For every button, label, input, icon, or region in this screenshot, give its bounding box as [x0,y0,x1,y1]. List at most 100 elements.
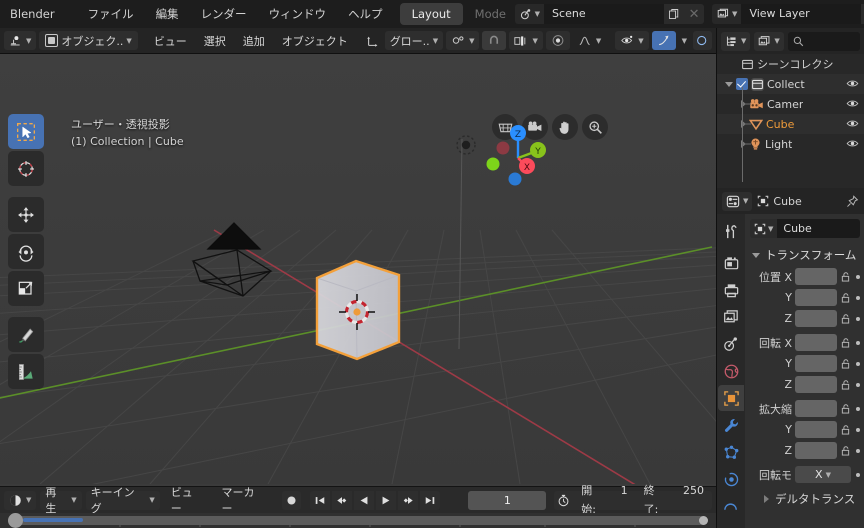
snap-toggle-button[interactable] [482,31,507,50]
location-x-field[interactable] [795,268,837,285]
properties-editor-type-button[interactable]: ▼ [722,191,753,211]
overlays-button[interactable] [692,31,712,50]
scale-x-animate-dot[interactable] [856,406,860,411]
viewport-menu-object[interactable]: オブジェクト [275,33,355,49]
current-frame-field[interactable]: 1 [468,490,547,510]
scene-tab[interactable] [718,331,744,357]
location-x-lock[interactable] [840,271,851,282]
next-keyframe-button[interactable] [398,490,419,510]
rotation-z-animate-dot[interactable] [856,382,860,387]
menu-window[interactable]: ウィンドウ [258,0,338,28]
scale-z-field[interactable] [795,442,837,459]
proportional-edit-button[interactable] [545,31,570,50]
visibility-button[interactable]: ▼ [615,31,649,50]
collection-exclude-checkbox[interactable] [736,78,748,90]
eye-icon[interactable] [846,98,859,109]
timeline-scroll-left-grip[interactable] [8,513,23,528]
scale-y-field[interactable] [795,421,837,438]
prev-keyframe-button[interactable] [332,490,353,510]
menu-render[interactable]: レンダー [190,0,258,28]
rotate-tool-button[interactable] [8,234,44,269]
rotation-y-animate-dot[interactable] [856,361,860,366]
location-z-field[interactable] [795,310,837,327]
particles-tab[interactable] [718,439,744,465]
jump-to-start-button[interactable] [310,490,331,510]
expander-right-icon[interactable] [741,120,746,128]
pivot-point-button[interactable]: ▼ [446,31,480,50]
scale-y-animate-dot[interactable] [856,427,860,432]
gizmo-toggle-button[interactable] [651,31,676,50]
object-tab[interactable] [718,385,744,411]
timeline-menu-marker[interactable]: マーカー [215,484,273,516]
jump-to-end-button[interactable] [420,490,441,510]
scale-x-lock[interactable] [840,403,851,414]
tab-modeling[interactable]: Modeling [463,3,507,25]
rotation-z-lock[interactable] [840,379,851,390]
world-tab[interactable] [718,358,744,384]
location-x-animate-dot[interactable] [856,274,860,279]
menu-file[interactable]: ファイル [77,0,145,28]
viewport-menu-add[interactable]: 追加 [236,33,272,49]
physics-tab[interactable] [718,466,744,492]
rotation-y-field[interactable] [795,355,837,372]
rotation-y-lock[interactable] [840,358,851,369]
scene-browse-button[interactable]: ▼ [514,4,545,24]
navigation-gizmo[interactable]: Z Y X [485,122,551,188]
viewport-menu-view[interactable]: ビュー [147,33,194,49]
location-y-lock[interactable] [840,292,851,303]
rotation-z-field[interactable] [795,376,837,393]
blender-menu[interactable]: Blender [0,0,77,28]
tool-tab[interactable] [718,218,744,244]
location-z-lock[interactable] [840,313,851,324]
scene-name-field[interactable]: Scene [544,4,665,24]
location-z-animate-dot[interactable] [856,316,860,321]
outliner-search-input[interactable] [787,31,860,51]
view-layer-tab[interactable] [718,304,744,330]
transform-section-header[interactable]: トランスフォーム [750,245,860,267]
rotation-x-field[interactable] [795,334,837,351]
tweak-tool-button[interactable] [8,114,44,149]
timeline-scroll-right-grip[interactable] [699,516,708,525]
outliner-row-scene-collection[interactable]: シーンコレクシ [717,54,864,74]
outliner-row-collection[interactable]: Collect [717,74,864,94]
rotation-mode-animate-dot[interactable] [856,472,860,477]
scale-tool-button[interactable] [8,271,44,306]
expander-down-icon[interactable] [725,81,733,87]
use-preview-range-button[interactable] [554,491,573,510]
eye-icon[interactable] [846,138,859,149]
scale-y-lock[interactable] [840,424,851,435]
scene-new-button[interactable] [664,4,685,24]
rotation-x-lock[interactable] [840,337,851,348]
eye-icon[interactable] [846,118,859,129]
timeline-menu-playback[interactable]: 再生 ▼ [40,486,82,515]
scale-x-field[interactable] [795,400,837,417]
transform-orientation-button[interactable]: グロー.. ▼ [384,31,444,50]
zoom-view-button[interactable] [582,114,608,140]
timeline-menu-keying[interactable]: キーイング ▼ [85,486,160,515]
measure-tool-button[interactable] [8,354,44,389]
menu-help[interactable]: ヘルプ [337,0,394,28]
scene-unlink-button[interactable]: ✕ [684,4,705,24]
object-browse-button[interactable]: ▼ [750,219,778,238]
play-reverse-button[interactable] [354,490,375,510]
rotation-x-animate-dot[interactable] [856,340,860,345]
cursor-tool-button[interactable] [8,151,44,186]
outliner-row-light[interactable]: Light [717,134,864,154]
tab-layout[interactable]: Layout [399,3,463,25]
move-tool-button[interactable] [8,197,44,232]
menu-edit[interactable]: 編集 [145,0,190,28]
gizmo-options-button[interactable]: ▼ [679,31,690,50]
eye-icon[interactable] [846,78,859,89]
delta-transform-section[interactable]: デルタトランス [750,486,860,507]
output-tab[interactable] [718,277,744,303]
outliner-filter-button[interactable]: ▼ [754,31,784,51]
constraint-tab[interactable] [718,493,744,519]
expander-right-icon[interactable] [741,140,746,148]
timeline-menu-view[interactable]: ビュー [164,484,211,516]
outliner-row-cube[interactable]: Cube [717,114,864,134]
scale-z-lock[interactable] [840,445,851,456]
rotation-mode-dropdown[interactable]: X ▼ [795,466,851,483]
viewlayer-name-field[interactable]: View Layer [741,4,862,24]
3d-viewport[interactable]: ユーザー・透視投影 (1) Collection | Cube Z Y X [0,54,716,486]
object-mode-button[interactable]: オブジェク.. ▼ [39,31,138,50]
